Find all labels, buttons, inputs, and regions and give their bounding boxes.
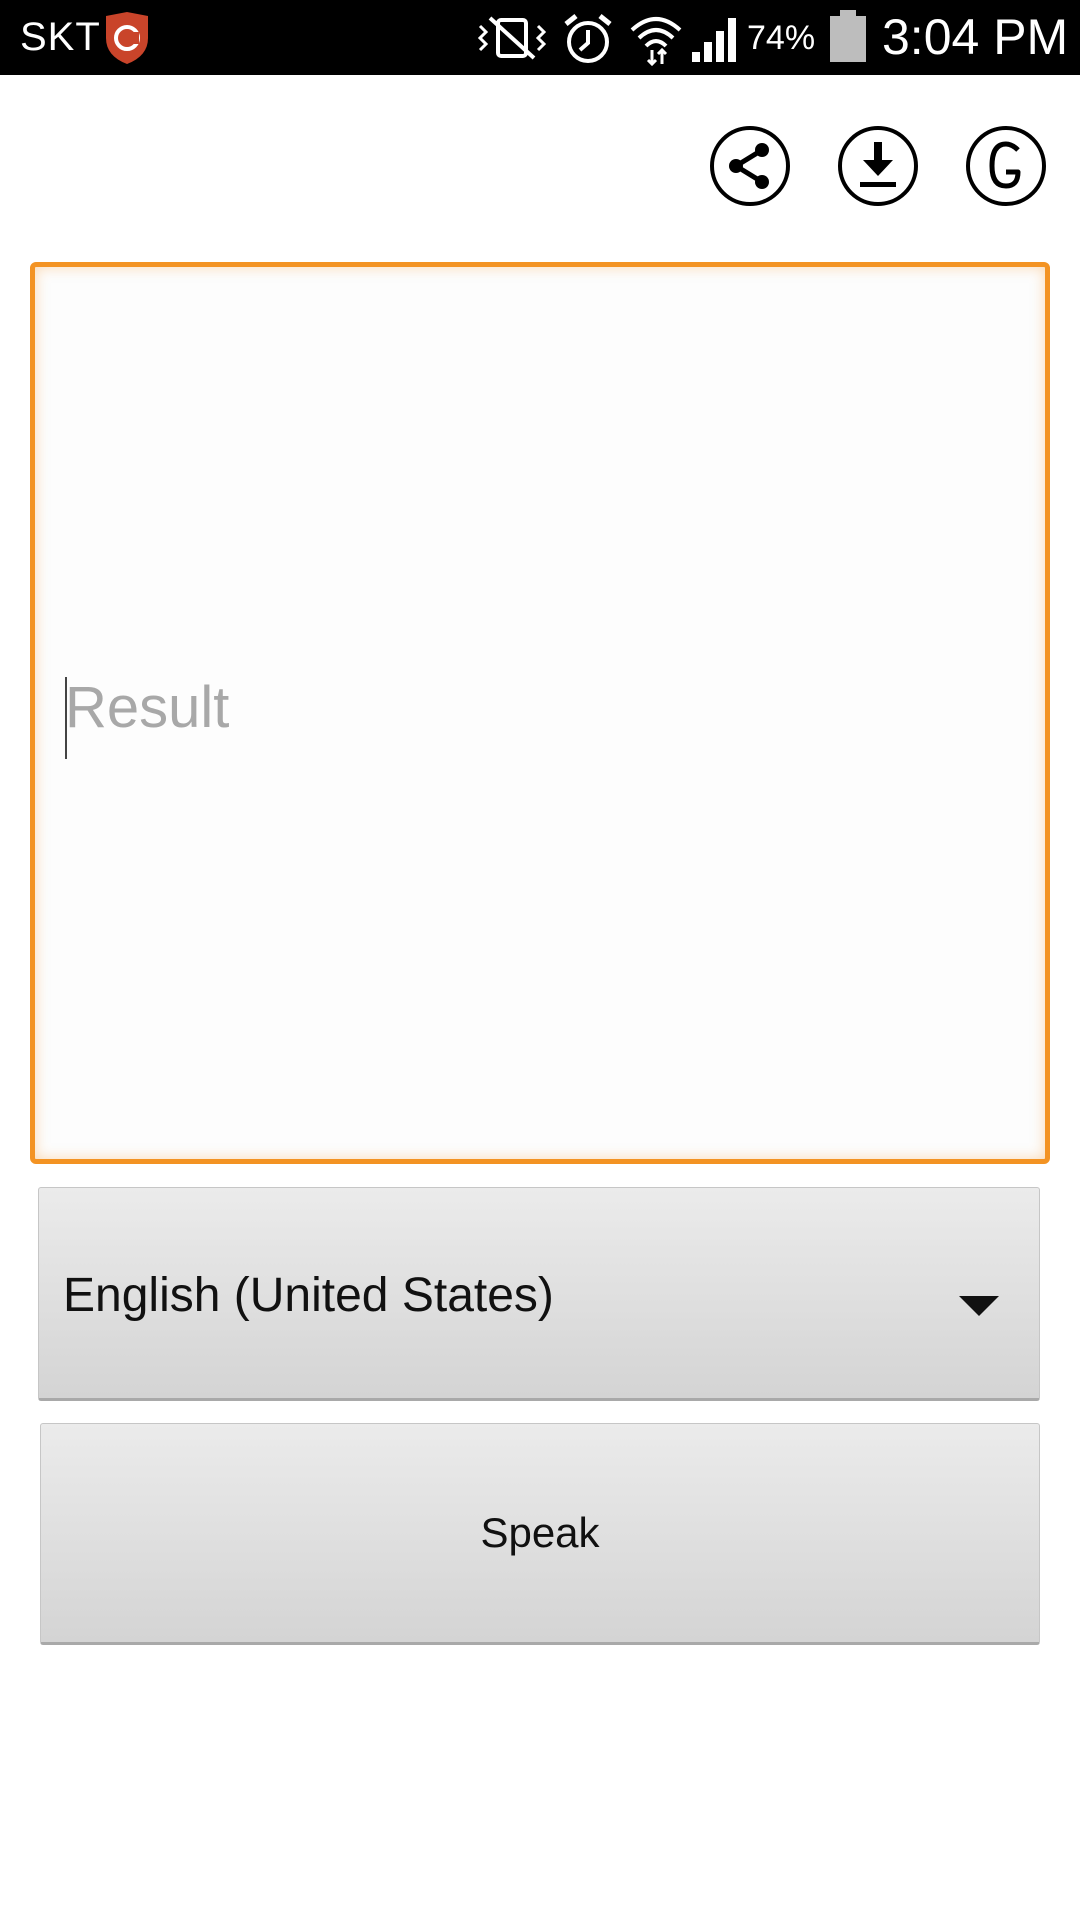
battery-percent: 74% bbox=[747, 19, 816, 57]
dropdown-arrow-icon bbox=[959, 1296, 999, 1316]
language-selector[interactable]: English (United States) bbox=[38, 1187, 1040, 1401]
battery-icon bbox=[830, 10, 866, 62]
carrier-name: SKT bbox=[20, 15, 101, 59]
speak-button[interactable]: Speak bbox=[40, 1423, 1040, 1645]
selected-language: English (United States) bbox=[63, 1269, 554, 1322]
share-icon bbox=[729, 143, 769, 189]
signal-icon bbox=[692, 18, 736, 62]
vibrate-mute-icon bbox=[477, 16, 547, 60]
status-bar: SKT 74% 3:04 PM bbox=[0, 0, 1080, 75]
download-button[interactable] bbox=[838, 126, 918, 206]
google-button[interactable] bbox=[966, 126, 1046, 206]
clock: 3:04 PM bbox=[882, 9, 1069, 65]
result-placeholder: Result bbox=[65, 675, 230, 740]
download-icon bbox=[860, 142, 896, 187]
shield-icon bbox=[106, 12, 148, 64]
wifi-icon bbox=[630, 17, 682, 66]
google-icon bbox=[989, 141, 1021, 189]
share-button[interactable] bbox=[710, 126, 790, 206]
alarm-icon bbox=[564, 14, 612, 63]
result-field[interactable]: Result bbox=[30, 262, 1050, 1164]
